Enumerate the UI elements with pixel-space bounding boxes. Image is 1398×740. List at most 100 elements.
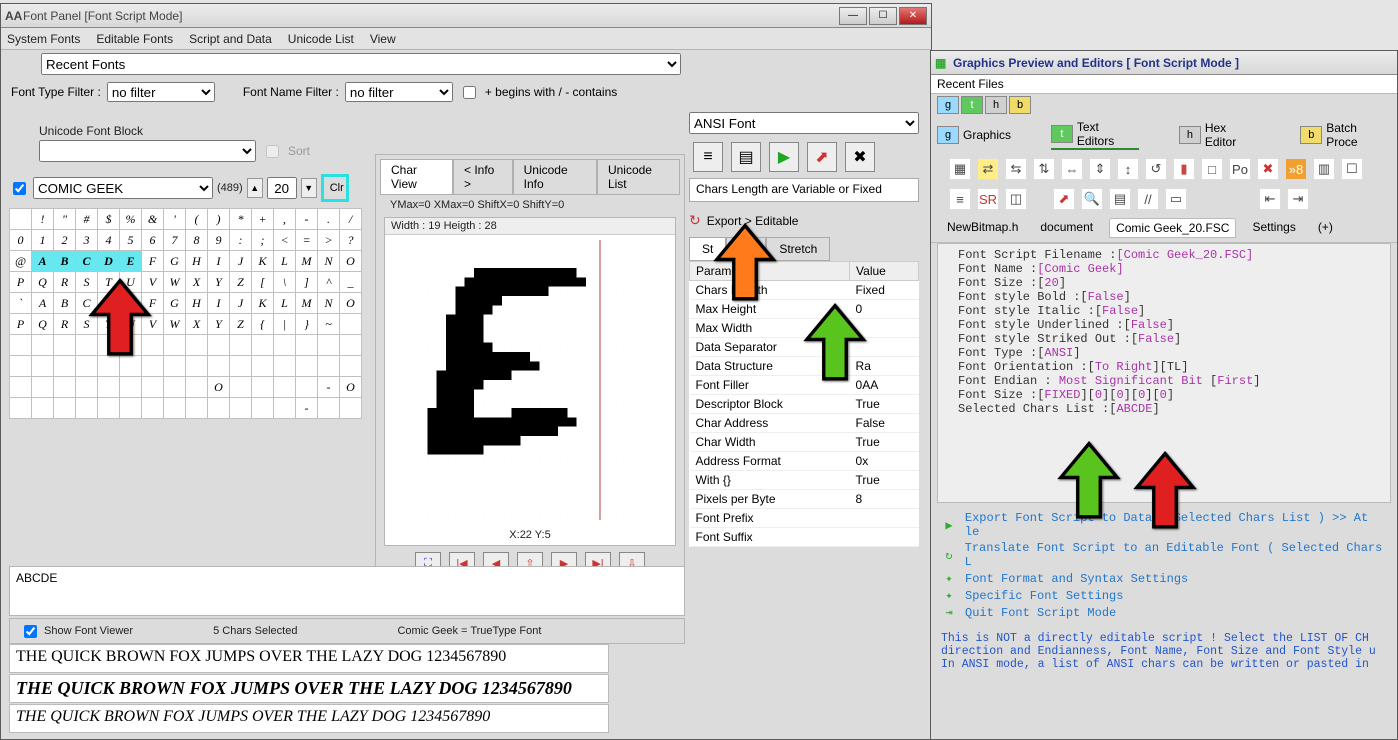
param-value[interactable]: False [850, 414, 919, 433]
glyph-cell[interactable] [32, 377, 54, 398]
stepper-up[interactable]: ▲ [247, 178, 263, 198]
glyph-cell[interactable] [164, 398, 186, 419]
tab-stretch[interactable]: Stretch [766, 237, 830, 261]
glyph-cell[interactable] [208, 356, 230, 377]
glyph-cell[interactable]: [ [252, 272, 274, 293]
tab-b[interactable]: b [1009, 96, 1031, 114]
glyph-cell[interactable] [186, 335, 208, 356]
glyph-cell[interactable] [10, 356, 32, 377]
glyph-cell[interactable]: | [274, 314, 296, 335]
font-type-filter-select[interactable]: no filter [107, 82, 215, 102]
glyph-cell[interactable]: 2 [54, 230, 76, 251]
glyph-cell[interactable] [186, 398, 208, 419]
glyph-cell[interactable]: & [142, 209, 164, 230]
glyph-cell[interactable] [76, 398, 98, 419]
script-area[interactable]: Font Script Filename :[Comic Geek_20.FSC… [937, 243, 1391, 503]
glyph-cell[interactable] [10, 398, 32, 419]
glyph-cell[interactable]: 9 [208, 230, 230, 251]
tab-st[interactable]: St [689, 237, 726, 261]
glyph-cell[interactable]: D [98, 293, 120, 314]
glyph-cell[interactable]: - [296, 398, 318, 419]
sort-checkbox[interactable] [266, 145, 279, 158]
tab-h[interactable]: h [985, 96, 1007, 114]
param-value[interactable] [850, 319, 919, 338]
param-value[interactable] [850, 338, 919, 357]
param-value[interactable] [850, 509, 919, 528]
glyph-cell[interactable] [274, 356, 296, 377]
glyph-cell[interactable] [296, 335, 318, 356]
glyph-cell[interactable]: ] [296, 272, 318, 293]
glyph-cell[interactable]: ( [186, 209, 208, 230]
minimize-button[interactable]: — [839, 7, 867, 25]
maximize-button[interactable]: ☐ [869, 7, 897, 25]
glyph-cell[interactable]: ' [164, 209, 186, 230]
glyph-cell[interactable]: > [318, 230, 340, 251]
action-link[interactable]: ✦Font Format and Syntax Settings [941, 571, 1387, 586]
glyph-cell[interactable]: J [230, 293, 252, 314]
glyph-cell[interactable] [76, 377, 98, 398]
glyph-cell[interactable] [208, 398, 230, 419]
glyph-cell[interactable] [10, 377, 32, 398]
glyph-cell[interactable]: D [98, 251, 120, 272]
glyph-cell[interactable]: O [340, 251, 362, 272]
glyph-cell[interactable]: Q [32, 272, 54, 293]
glyph-cell[interactable]: 3 [76, 230, 98, 251]
param-value[interactable]: Fixed [850, 281, 919, 300]
glyph-cell[interactable] [318, 398, 340, 419]
param-value[interactable]: 8 [850, 490, 919, 509]
glyph-cell[interactable]: " [54, 209, 76, 230]
glyph-cell[interactable] [230, 398, 252, 419]
action-link[interactable]: ✦Specific Font Settings [941, 588, 1387, 603]
glyph-cell[interactable] [98, 356, 120, 377]
glyph-cell[interactable]: B [54, 251, 76, 272]
tb-ic4[interactable]: ⇅ [1033, 158, 1055, 180]
glyph-cell[interactable]: S [76, 272, 98, 293]
param-value[interactable]: Ra [850, 357, 919, 376]
param-value[interactable]: 0 [850, 300, 919, 319]
glyph-cell[interactable] [10, 335, 32, 356]
glyph-cell[interactable]: Z [230, 314, 252, 335]
selected-chars-box[interactable]: ABCDE [9, 566, 685, 616]
glyph-cell[interactable]: $ [98, 209, 120, 230]
mode-text-editors[interactable]: tText Editors [1051, 120, 1139, 150]
tb2-menu-icon[interactable]: ≡ [949, 188, 971, 210]
doc-tab-2[interactable]: Comic Geek_20.FSC [1109, 218, 1236, 238]
menu-system-fonts[interactable]: System Fonts [7, 32, 80, 46]
glyph-cell[interactable] [274, 377, 296, 398]
glyph-cell[interactable]: L [274, 293, 296, 314]
glyph-cell[interactable]: 0 [10, 230, 32, 251]
glyph-cell[interactable]: A [32, 251, 54, 272]
glyph-cell[interactable]: C [76, 293, 98, 314]
glyph-cell[interactable] [186, 356, 208, 377]
glyph-cell[interactable] [340, 398, 362, 419]
glyph-cell[interactable]: 1 [32, 230, 54, 251]
doc-tab-3[interactable]: Settings [1246, 218, 1301, 238]
param-value[interactable]: 0x [850, 452, 919, 471]
glyph-cell[interactable]: M [296, 251, 318, 272]
param-value[interactable]: 0AA [850, 376, 919, 395]
tb2-filt-icon[interactable]: ▤ [1109, 188, 1131, 210]
glyph-cell[interactable]: ) [208, 209, 230, 230]
glyph-cell[interactable]: V [142, 272, 164, 293]
glyph-cell[interactable] [252, 377, 274, 398]
glyph-cell[interactable]: @ [10, 251, 32, 272]
glyph-cell[interactable] [318, 335, 340, 356]
tb2-exp-icon[interactable]: ⬈ [1053, 188, 1075, 210]
play-icon[interactable]: ▶ [769, 142, 799, 172]
glyph-cell[interactable]: + [252, 209, 274, 230]
glyph-cell[interactable]: P [10, 272, 32, 293]
glyph-cell[interactable] [274, 398, 296, 419]
glyph-cell[interactable]: N [318, 293, 340, 314]
glyph-cell[interactable] [32, 398, 54, 419]
mode-batch[interactable]: bBatch Proce [1300, 120, 1391, 150]
tab-info[interactable]: < Info > [453, 159, 513, 195]
tab-unicode-list[interactable]: Unicode List [597, 159, 680, 195]
glyph-cell[interactable]: N [318, 251, 340, 272]
glyph-cell[interactable] [252, 335, 274, 356]
font-name-filter-select[interactable]: no filter [345, 82, 453, 102]
glyph-cell[interactable]: U [120, 314, 142, 335]
action-link[interactable]: ⇥Quit Font Script Mode [941, 605, 1387, 620]
recent-files-label[interactable]: Recent Files [931, 75, 1397, 94]
glyph-cell[interactable]: G [164, 293, 186, 314]
tb-ic10[interactable]: □ [1201, 158, 1223, 180]
